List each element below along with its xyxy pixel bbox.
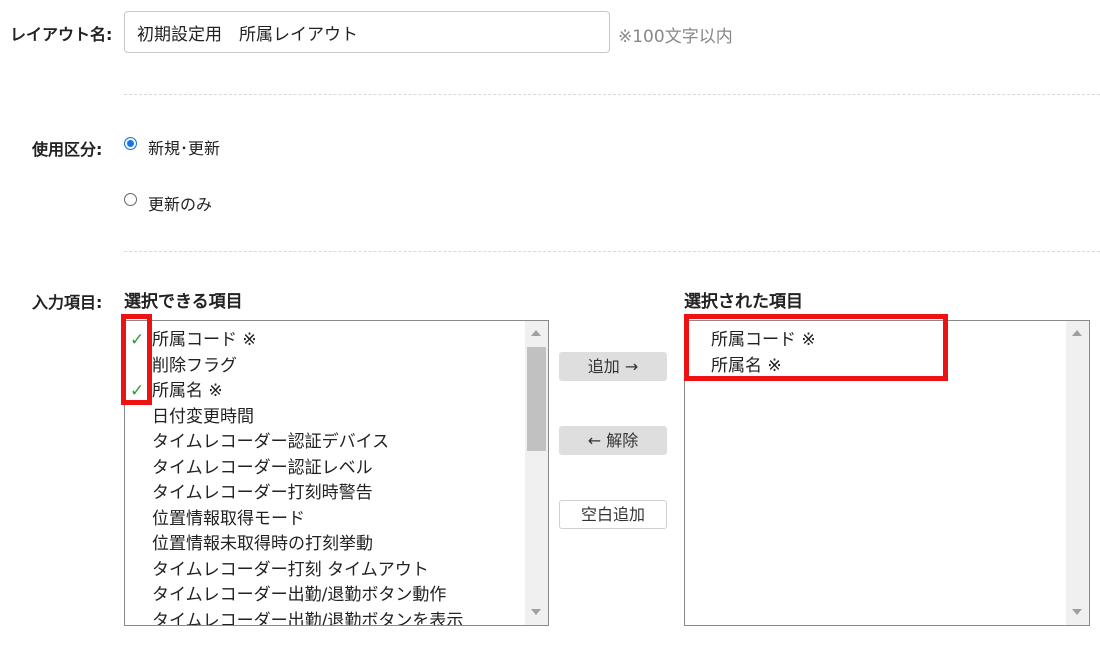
available-list-item[interactable]: タイムレコーダー打刻時警告 — [152, 481, 373, 506]
add-blank-button[interactable]: 空白追加 — [559, 500, 667, 529]
radio-update-only-label: 更新のみ — [148, 195, 213, 214]
layout-name-label: レイアウト名: — [10, 25, 113, 44]
divider — [124, 94, 1100, 95]
available-list-item[interactable]: タイムレコーダー認証デバイス — [152, 430, 389, 455]
scroll-up-arrow-icon[interactable] — [1072, 330, 1082, 336]
divider — [124, 251, 1100, 252]
radio-update-only[interactable] — [124, 193, 137, 206]
available-scrollbar[interactable] — [525, 321, 548, 625]
selected-scrollbar[interactable] — [1066, 321, 1089, 625]
available-list-item[interactable]: タイムレコーダー出勤/退勤ボタン動作 — [152, 583, 446, 608]
radio-new-update-label: 新規･更新 — [148, 139, 221, 158]
add-button[interactable]: 追加 → — [559, 352, 667, 381]
available-list-item[interactable]: タイムレコーダー認証レベル — [152, 456, 373, 481]
input-items-label: 入力項目: — [32, 293, 103, 312]
usage-label: 使用区分: — [32, 140, 103, 159]
remove-button[interactable]: ← 解除 — [559, 426, 667, 455]
available-list-item[interactable]: 位置情報取得モード — [152, 507, 305, 532]
scroll-down-arrow-icon[interactable] — [1072, 609, 1082, 615]
highlight-box-selected — [684, 314, 948, 381]
radio-new-update[interactable] — [124, 137, 137, 150]
layout-name-hint: ※100文字以内 — [618, 27, 733, 47]
available-list-item[interactable]: 所属名 ※ — [152, 379, 223, 404]
available-list-item[interactable]: タイムレコーダー打刻 タイムアウト — [152, 558, 429, 583]
selected-items-heading: 選択された項目 — [684, 292, 803, 312]
highlight-box-checks — [121, 314, 152, 405]
available-list-item[interactable]: 所属コード ※ — [152, 328, 257, 353]
available-items-heading: 選択できる項目 — [124, 292, 243, 312]
available-items-listbox[interactable]: ✓ 所属コード ※ 削除フラグ ✓ 所属名 ※ 日付変更時間 タイムレコーダー認証デバイスタ… — [124, 320, 549, 626]
available-list-item[interactable]: 日付変更時間 — [152, 405, 254, 430]
scroll-up-arrow-icon[interactable] — [531, 330, 541, 336]
layout-name-input[interactable] — [124, 11, 610, 53]
available-list-item[interactable]: 位置情報未取得時の打刻挙動 — [152, 532, 373, 557]
available-list-item[interactable]: タイムレコーダー出勤/退勤ボタンを表示 — [152, 609, 463, 626]
available-list-item[interactable]: 削除フラグ — [152, 354, 237, 379]
scrollbar-thumb[interactable] — [527, 347, 546, 451]
scroll-down-arrow-icon[interactable] — [531, 609, 541, 615]
